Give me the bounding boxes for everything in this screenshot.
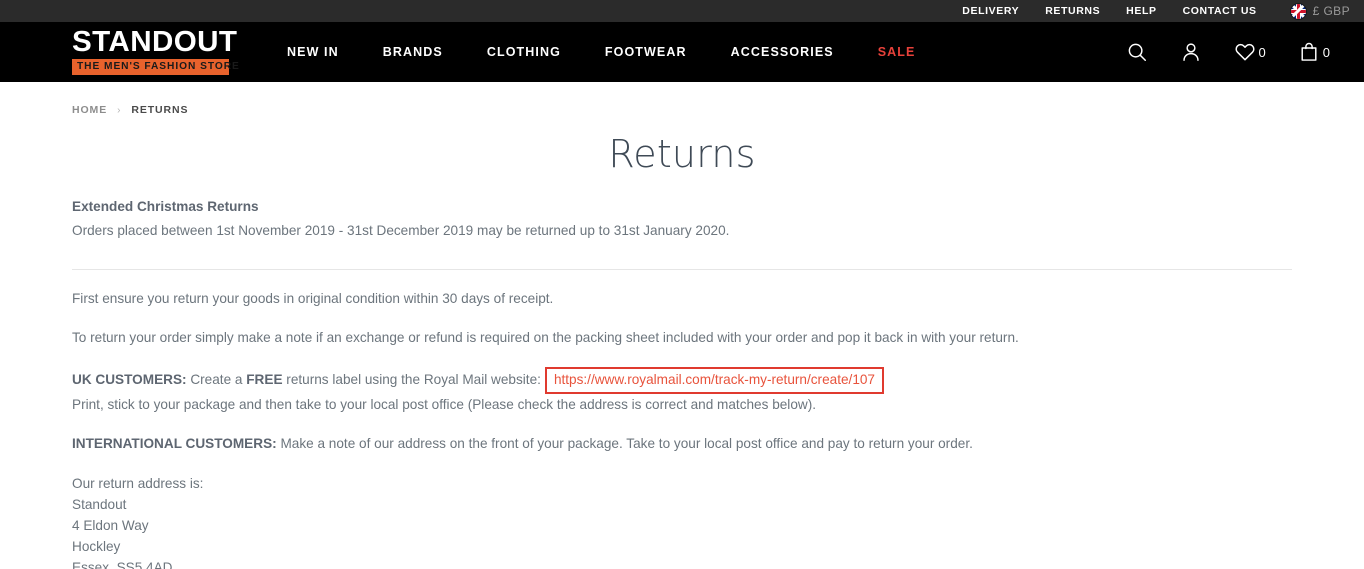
uk-flag-icon (1290, 3, 1306, 19)
address-line-4: Essex, SS5 4AD (72, 560, 173, 569)
wishlist-count: 0 (1258, 44, 1266, 60)
heart-icon (1234, 41, 1256, 63)
main-navigation: NEW IN BRANDS CLOTHING FOOTWEAR ACCESSOR… (265, 46, 1110, 59)
logo-tagline: THE MEN'S FASHION STORE (72, 59, 239, 76)
uk-free-label: FREE (246, 372, 283, 388)
nav-item-footwear[interactable]: FOOTWEAR (583, 46, 709, 59)
search-icon (1126, 41, 1148, 63)
top-utility-links: DELIVERY RETURNS HELP CONTACT US (962, 6, 1256, 17)
logo-wordmark: STANDOUT (72, 25, 238, 58)
address-line-2: 4 Eldon Way (72, 518, 149, 534)
user-icon (1180, 41, 1202, 63)
topbar-link-help[interactable]: HELP (1126, 6, 1156, 17)
section-divider (72, 269, 1292, 271)
nav-item-sale[interactable]: SALE (856, 46, 938, 59)
bag-button[interactable]: 0 (1282, 41, 1346, 63)
search-button[interactable] (1110, 41, 1164, 63)
nav-item-new-in[interactable]: NEW IN (265, 46, 361, 59)
uk-customers-text-a: Create a (186, 372, 247, 388)
christmas-returns-heading: Extended Christmas Returns (72, 199, 259, 214)
christmas-returns-text: Orders placed between 1st November 2019 … (72, 223, 730, 239)
topbar-link-delivery[interactable]: DELIVERY (962, 6, 1019, 17)
site-header: STANDOUT THE MEN'S FASHION STORE NEW IN … (0, 22, 1364, 82)
paragraph-uk-customers: UK CUSTOMERS: Create a FREE returns labe… (72, 367, 1292, 415)
paragraph-international-customers: INTERNATIONAL CUSTOMERS: Make a note of … (72, 433, 1292, 454)
breadcrumb: HOME › RETURNS (72, 82, 1292, 116)
paragraph-return-instructions: To return your order simply make a note … (72, 330, 1019, 346)
header-icon-group: 0 0 (1110, 41, 1346, 63)
currency-label: £ GBP (1312, 4, 1350, 18)
address-line-3: Hockley (72, 539, 121, 555)
page-title: Returns (608, 132, 756, 176)
bag-count: 0 (1322, 44, 1330, 60)
topbar-link-returns[interactable]: RETURNS (1045, 6, 1100, 17)
breadcrumb-separator-icon: › (117, 104, 122, 116)
nav-item-accessories[interactable]: ACCESSORIES (709, 46, 856, 59)
currency-selector[interactable]: £ GBP (1290, 3, 1350, 19)
address-line-1: Standout (72, 497, 127, 513)
international-customers-text: Make a note of our address on the front … (276, 435, 973, 451)
account-button[interactable] (1164, 41, 1218, 63)
nav-item-clothing[interactable]: CLOTHING (465, 46, 583, 59)
uk-customers-text-c: Print, stick to your package and then ta… (72, 396, 817, 412)
return-address-block: Our return address is: Standout 4 Eldon … (72, 473, 1292, 569)
christmas-returns-block: Extended Christmas Returns Orders placed… (72, 196, 1292, 241)
page-body: HOME › RETURNS Returns Extended Christma… (0, 82, 1364, 569)
international-customers-label: INTERNATIONAL CUSTOMERS: (72, 435, 277, 451)
breadcrumb-current: RETURNS (131, 104, 189, 116)
nav-item-brands[interactable]: BRANDS (361, 46, 465, 59)
wishlist-button[interactable]: 0 (1218, 41, 1282, 63)
returns-content: Extended Christmas Returns Orders placed… (72, 196, 1292, 569)
royal-mail-url-link[interactable]: https://www.royalmail.com/track-my-retur… (551, 370, 878, 389)
breadcrumb-home[interactable]: HOME (72, 104, 107, 116)
uk-customers-text-b: returns label using the Royal Mail websi… (282, 372, 541, 388)
topbar-link-contact-us[interactable]: CONTACT US (1183, 6, 1257, 17)
uk-customers-label: UK CUSTOMERS: (72, 372, 187, 388)
site-logo[interactable]: STANDOUT THE MEN'S FASHION STORE (72, 25, 239, 76)
shopping-bag-icon (1298, 41, 1320, 63)
paragraph-first-ensure: First ensure you return your goods in or… (72, 291, 554, 307)
royal-mail-url-highlight: https://www.royalmail.com/track-my-retur… (544, 367, 884, 394)
top-utility-bar: DELIVERY RETURNS HELP CONTACT US £ GBP (0, 0, 1364, 22)
return-address-intro: Our return address is: (72, 475, 204, 491)
